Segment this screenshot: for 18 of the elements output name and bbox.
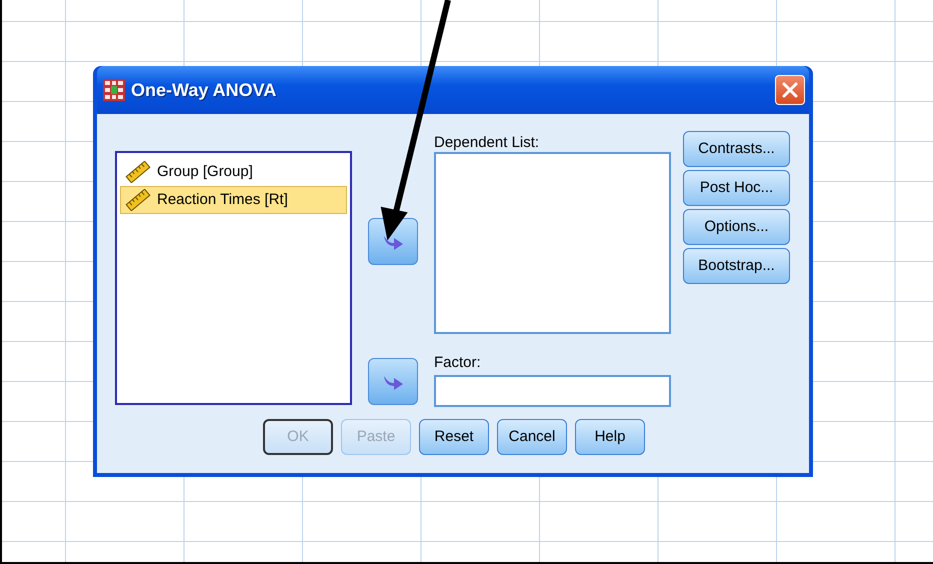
- dialog-button[interactable]: Post Hoc...: [683, 170, 790, 206]
- dependent-list[interactable]: [434, 152, 671, 334]
- dialog-button[interactable]: Bootstrap...: [683, 248, 790, 284]
- grid-icon: [103, 79, 125, 101]
- close-button[interactable]: [775, 75, 805, 105]
- variable-item[interactable]: Group [Group]: [120, 158, 347, 186]
- factor-label: Factor:: [434, 354, 482, 372]
- move-button[interactable]: [368, 218, 418, 265]
- dependent-list-label: Dependent List:: [434, 134, 540, 152]
- close-icon: [781, 81, 799, 99]
- variable-item[interactable]: Reaction Times [Rt]: [120, 186, 347, 214]
- dialog-button[interactable]: Options...: [683, 209, 790, 245]
- dialog-button[interactable]: Contrasts...: [683, 131, 790, 167]
- dialog-button[interactable]: Cancel: [497, 419, 567, 455]
- dialog-button[interactable]: Help: [575, 419, 645, 455]
- factor-field[interactable]: [434, 375, 671, 407]
- window-title: One-Way ANOVA: [131, 78, 276, 102]
- dialog-button[interactable]: Reset: [419, 419, 489, 455]
